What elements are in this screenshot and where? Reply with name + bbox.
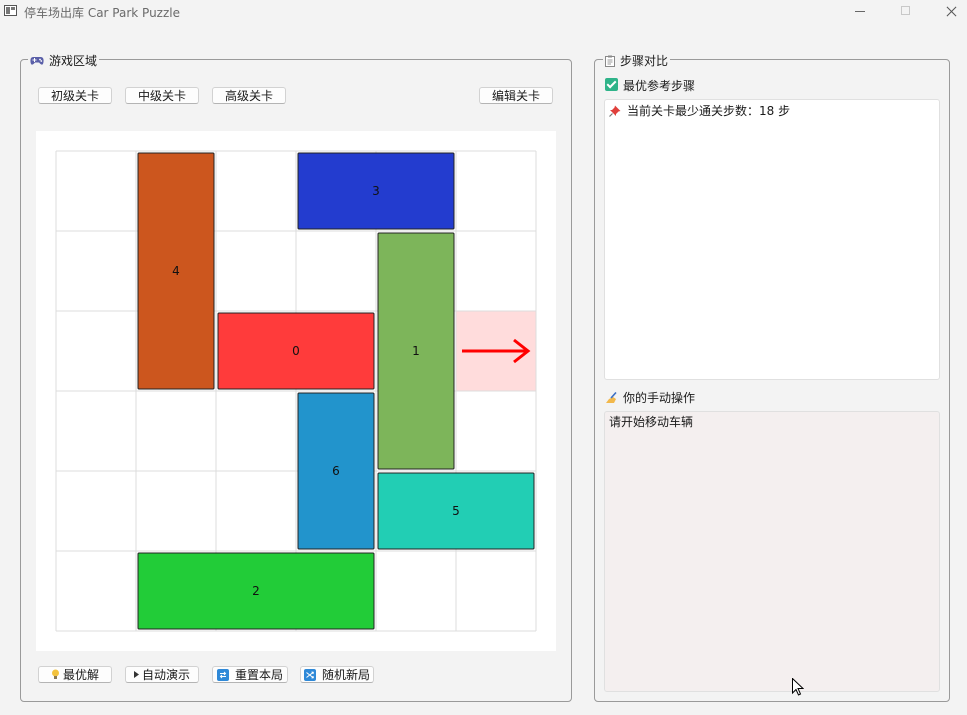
vehicle-label-1: 1 bbox=[412, 344, 420, 358]
board-svg[interactable]: 0 1 2 3 4 5 6 bbox=[36, 131, 556, 651]
lightbulb-icon bbox=[51, 669, 59, 679]
gamepad-icon bbox=[30, 56, 44, 65]
window-title: 停车场出库 Car Park Puzzle bbox=[24, 6, 180, 20]
best-solution-label: 最优解 bbox=[62, 668, 99, 682]
best-steps-checkbox-label[interactable]: 最优参考步骤 bbox=[623, 77, 695, 94]
vehicle-label-6: 6 bbox=[332, 464, 340, 478]
game-board[interactable]: 0 1 2 3 4 5 6 bbox=[36, 131, 556, 651]
manual-ops-label: 你的手动操作 bbox=[623, 391, 696, 405]
clipboard-icon bbox=[605, 55, 615, 67]
play-icon bbox=[133, 671, 139, 678]
reset-icon bbox=[216, 668, 229, 681]
steps-title: 步骤对比 bbox=[620, 54, 669, 68]
title-bar: 停车场出库 Car Park Puzzle bbox=[0, 0, 967, 24]
mouse-cursor-icon bbox=[792, 678, 804, 696]
game-area-title: 游戏区域 bbox=[49, 54, 98, 68]
vehicle-label-4: 4 bbox=[172, 264, 180, 278]
auto-demo-label: 自动演示 bbox=[141, 668, 190, 682]
manual-ops-text: 请开始移动车辆 bbox=[609, 415, 694, 429]
intermediate-level-button[interactable]: 中级关卡 bbox=[125, 87, 199, 104]
writing-hand-icon bbox=[606, 391, 617, 403]
manual-ops-textbox[interactable] bbox=[604, 411, 940, 692]
best-steps-textbox[interactable] bbox=[604, 99, 940, 380]
vehicle-label-0: 0 bbox=[292, 344, 300, 358]
vehicle-label-2: 2 bbox=[252, 584, 260, 598]
vehicle-label-3: 3 bbox=[372, 184, 380, 198]
best-steps-checkbox[interactable] bbox=[605, 78, 618, 91]
random-game-label: 随机新局 bbox=[321, 668, 370, 682]
random-game-button[interactable]: 随机新局 bbox=[300, 666, 374, 683]
best-solution-button[interactable]: 最优解 bbox=[38, 666, 112, 683]
shuffle-icon bbox=[303, 668, 316, 681]
close-button[interactable] bbox=[929, 0, 967, 24]
maximize-button[interactable] bbox=[883, 0, 929, 24]
best-steps-text: 当前关卡最少通关步数：18 步 bbox=[627, 104, 791, 118]
minimize-button[interactable] bbox=[837, 0, 883, 24]
pin-icon bbox=[609, 105, 621, 117]
auto-demo-button[interactable]: 自动演示 bbox=[125, 666, 199, 683]
beginner-level-button[interactable]: 初级关卡 bbox=[38, 87, 112, 104]
reset-game-label: 重置本局 bbox=[234, 668, 283, 682]
app-icon bbox=[4, 5, 17, 16]
reset-game-button[interactable]: 重置本局 bbox=[212, 666, 288, 683]
advanced-level-button[interactable]: 高级关卡 bbox=[212, 87, 286, 104]
edit-level-button[interactable]: 编辑关卡 bbox=[479, 87, 553, 104]
vehicle-label-5: 5 bbox=[452, 504, 460, 518]
